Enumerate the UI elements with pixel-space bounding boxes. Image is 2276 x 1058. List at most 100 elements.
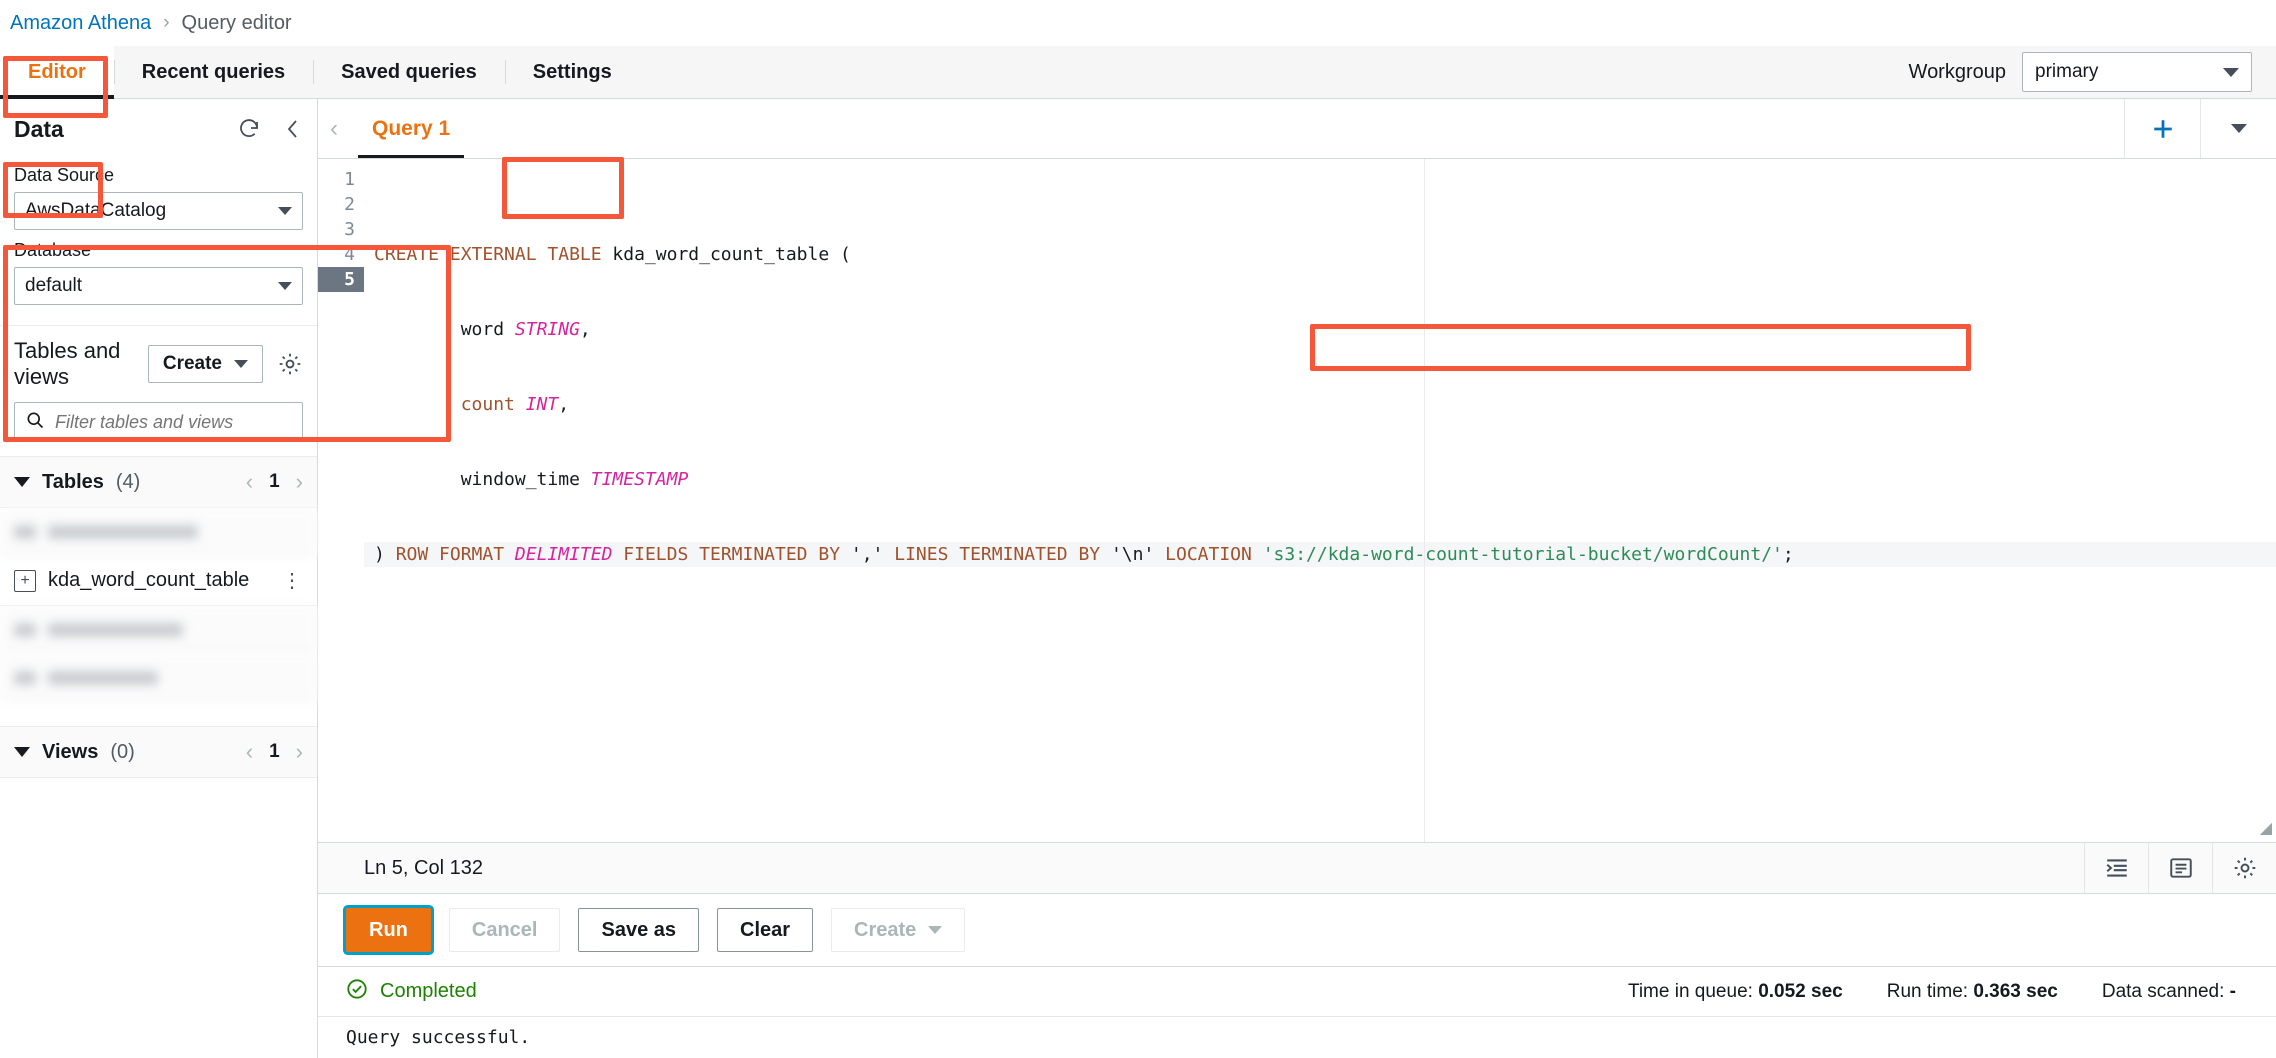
filter-tables-box[interactable] — [14, 402, 303, 442]
database-value: default — [25, 275, 83, 296]
table-row[interactable]: + kda_word_count_table ⋮ — [0, 556, 317, 606]
tab-editor[interactable]: Editor — [0, 46, 114, 99]
editor-guide-line — [1424, 159, 1425, 842]
table-row[interactable] — [0, 508, 317, 556]
format-indent-icon[interactable] — [2084, 843, 2148, 893]
page-body: Data Data Source AwsDataCatalog Database… — [0, 99, 2276, 1058]
check-circle-icon — [346, 978, 368, 1006]
sql-editor[interactable]: 1 2 3 4 5 CREATE EXTERNAL TABLE kda_word… — [318, 159, 2276, 842]
create-dropdown-button[interactable]: Create — [147, 345, 263, 383]
query-stats: Time in queue: 0.052 sec Run time: 0.363… — [1628, 981, 2248, 1003]
cancel-button: Cancel — [448, 908, 561, 952]
main-tabbar: Editor Recent queries Saved queries Sett… — [0, 46, 2276, 99]
editor-status-strip: Ln 5, Col 132 — [318, 842, 2276, 894]
table-row[interactable] — [0, 606, 317, 654]
workgroup-select[interactable]: primary — [2022, 52, 2252, 92]
code-token: ',' — [850, 544, 884, 565]
line-number: 4 — [344, 244, 355, 265]
chevron-down-icon — [14, 477, 30, 487]
code-token: ; — [1782, 544, 1794, 565]
chevron-down-icon — [928, 926, 943, 934]
code-token: DELIMITED — [514, 544, 613, 565]
line-number: 2 — [344, 194, 355, 215]
create-button: Create — [831, 908, 966, 952]
run-button[interactable]: Run — [346, 908, 431, 952]
data-sidebar: Data Data Source AwsDataCatalog Database… — [0, 99, 318, 1058]
chevron-down-icon — [2223, 67, 2239, 77]
database-label: Database — [14, 240, 92, 260]
tables-group-name: Tables — [42, 470, 104, 493]
add-query-tab-button[interactable] — [2124, 99, 2200, 158]
code-token: count — [374, 394, 526, 415]
filter-tables-input[interactable] — [55, 411, 292, 433]
editor-resize-grip[interactable]: ◢ — [2260, 818, 2272, 838]
code-token: ) — [374, 544, 396, 565]
query-tab-1[interactable]: Query 1 — [350, 99, 472, 158]
query-status-text: Completed — [380, 980, 477, 1002]
breadcrumb-root-link[interactable]: Amazon Athena — [10, 12, 151, 35]
workgroup-label: Workgroup — [1908, 60, 2006, 83]
run-time-value: 0.363 sec — [1973, 980, 2058, 1002]
query-tabbar: ‹ Query 1 — [318, 99, 2276, 159]
time-in-queue-label: Time in queue: — [1627, 980, 1753, 1002]
filter-wrapper — [0, 402, 317, 456]
tables-group-header[interactable]: Tables (4) ‹ 1 › — [0, 456, 317, 508]
word-wrap-icon[interactable] — [2148, 843, 2212, 893]
code-token: , — [579, 319, 591, 340]
line-number: 3 — [344, 219, 355, 240]
result-status-bar: Completed Time in queue: 0.052 sec Run t… — [318, 966, 2276, 1016]
page-next-icon[interactable]: › — [296, 469, 303, 495]
expand-table-icon[interactable]: + — [14, 569, 36, 592]
views-group-header[interactable]: Views (0) ‹ 1 › — [0, 726, 317, 778]
table-row-menu-icon[interactable]: ⋮ — [282, 568, 303, 593]
table-row[interactable] — [0, 654, 317, 702]
result-message: Query successful. — [318, 1016, 2276, 1058]
database-select[interactable]: default — [14, 267, 303, 305]
tab-saved-queries[interactable]: Saved queries — [313, 46, 505, 98]
code-token: TIMESTAMP — [590, 469, 689, 490]
editor-actions: Run Cancel Save as Clear Create — [318, 894, 2276, 966]
views-pager: ‹ 1 › — [246, 739, 303, 765]
data-scanned-value: - — [2229, 980, 2236, 1002]
sidebar-title: Data — [14, 115, 64, 142]
save-as-button[interactable]: Save as — [578, 908, 699, 952]
create-button-label: Create — [854, 918, 917, 941]
chevron-down-icon — [278, 282, 292, 290]
time-in-queue-value: 0.052 sec — [1758, 980, 1843, 1002]
search-icon — [25, 410, 45, 435]
data-source-select[interactable]: AwsDataCatalog — [14, 192, 303, 230]
chevron-down-icon — [2230, 124, 2247, 133]
code-line-5: ) ROW FORMAT DELIMITED FIELDS TERMINATED… — [364, 542, 2276, 567]
tab-recent-queries[interactable]: Recent queries — [113, 46, 313, 98]
page-next-icon[interactable]: › — [296, 739, 303, 765]
gear-icon[interactable] — [2212, 843, 2276, 893]
line-number-active: 5 — [318, 267, 364, 292]
refresh-icon[interactable] — [237, 117, 261, 141]
line-number: 1 — [344, 169, 355, 190]
tab-settings[interactable]: Settings — [504, 46, 640, 98]
query-tabs-prev-icon[interactable]: ‹ — [318, 99, 350, 158]
code-token: , — [558, 394, 570, 415]
code-token: CREATE EXTERNAL TABLE — [374, 244, 613, 265]
workgroup-value: primary — [2035, 61, 2099, 82]
code-line-3: count INT, — [364, 392, 2276, 417]
code-line-4: window_time TIMESTAMP — [364, 467, 2276, 492]
views-group-name: Views — [42, 740, 99, 763]
query-tabs-more-button[interactable] — [2200, 99, 2276, 158]
page-prev-icon[interactable]: ‹ — [246, 469, 253, 495]
editor-gutter: 1 2 3 4 5 — [318, 159, 364, 842]
main-tabs: Editor Recent queries Saved queries Sett… — [0, 46, 640, 99]
gear-icon[interactable] — [277, 351, 303, 377]
create-button-label: Create — [162, 353, 222, 374]
clear-button[interactable]: Clear — [717, 908, 814, 952]
code-token: '\n' — [1110, 544, 1155, 565]
code-token: LINES TERMINATED BY — [883, 544, 1111, 565]
chevron-down-icon — [14, 747, 30, 757]
page-prev-icon[interactable]: ‹ — [246, 739, 253, 765]
code-line-2: word STRING, — [364, 317, 2276, 342]
chevron-left-icon[interactable] — [283, 118, 303, 140]
tables-group-count: (4) — [115, 470, 141, 493]
editor-code-area[interactable]: CREATE EXTERNAL TABLE kda_word_count_tab… — [364, 159, 2276, 842]
views-page-number: 1 — [269, 741, 280, 762]
athena-query-editor-page: Amazon Athena › Query editor Editor Rece… — [0, 0, 2276, 1058]
